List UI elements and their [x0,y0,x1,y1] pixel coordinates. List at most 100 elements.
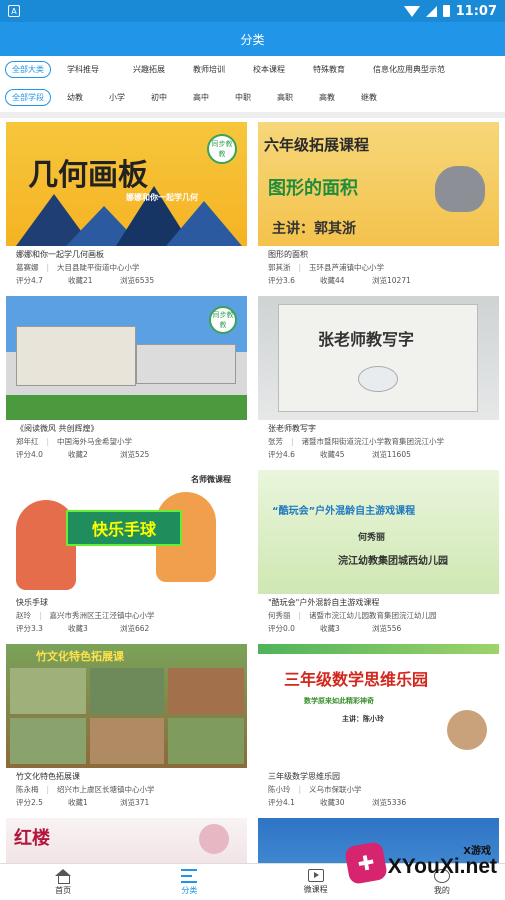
course-info: 快乐手球 赵玲 | 嘉兴市秀洲区王江泾镇中心小学 评分3.3 收藏3 浏览662 [6,594,247,635]
course-school: 诸暨市浣江幼儿园教育集团浣江幼儿园 [309,611,437,620]
thumbnail-speaker: 主讲：郭其浙 [272,221,356,237]
thumbnail-title: 张老师教写字 [318,330,415,349]
course-views: 浏览662 [120,624,150,633]
course-card[interactable]: 同步教教 《阅读微风 共创辉煌》 郑年红 | 中国海外马金希望小学 评分4.0 收… [6,296,247,461]
filter-option[interactable]: 继教 [361,92,377,103]
course-views: 浏览525 [120,450,150,459]
course-score: 评分4.6 [268,450,295,459]
school-building-image [136,344,236,384]
filter-option[interactable]: 兴趣拓展 [133,64,165,75]
photo-tile-image [90,668,164,714]
course-card[interactable]: “酷玩会”户外混龄自主游戏课程 何秀丽 浣江幼教集团城西幼儿园 "酷玩会"户外混… [258,470,499,635]
inkstone-icon [358,366,398,392]
filter-option[interactable]: 学科推导 [67,64,99,75]
filter-all-stage-pill[interactable]: 全部学段 [5,88,51,106]
course-card[interactable]: 红楼 [6,818,247,863]
course-card[interactable]: 六年级拓展课程 图形的面积 主讲：郭其浙 图形的面积 郭其浙 | 玉环县芦浦镇中心… [258,122,499,287]
course-thumbnail[interactable]: “酷玩会”户外混龄自主游戏课程 何秀丽 浣江幼教集团城西幼儿园 [258,470,499,594]
course-score: 评分4.1 [268,798,295,807]
tab-label: 微课程 [303,885,328,894]
course-title: 三年级数学思维乐园 [268,772,340,781]
thumbnail-title: 竹文化特色拓展课 [36,650,124,663]
meta-separator: | [298,263,302,272]
filter-option[interactable]: 高教 [319,92,335,103]
course-thumbnail[interactable]: 三年级数学思维乐园 数学原来如此精彩神奇 主讲：陈小玲 [258,644,499,768]
meta-separator: | [298,611,302,620]
course-school: 绍兴市上虞区长塘镇中心小学 [57,785,155,794]
course-thumbnail[interactable]: 六年级拓展课程 图形的面积 主讲：郭其浙 [258,122,499,246]
course-card[interactable]: 名师微课程 快乐手球 快乐手球 赵玲 | 嘉兴市秀洲区王江泾镇中心小学 评分3.3… [6,470,247,635]
course-thumbnail[interactable]: 名师微课程 快乐手球 [6,470,247,594]
thumbnail-subtitle: 娜娜和你一起学几何 [126,193,198,202]
watermark-main-text: XYouXi.net [387,855,497,878]
course-title: 快乐手球 [16,598,48,607]
filter-option[interactable]: 高职 [277,92,293,103]
filter-option[interactable]: 教师培训 [193,64,225,75]
filter-all-category-pill[interactable]: 全部大类 [5,60,51,78]
course-favorites: 收藏2 [68,450,88,459]
gamepad-logo-icon: ✚ [343,840,389,886]
photo-tile-image [10,718,86,764]
course-meta: 何秀丽 | 诸暨市浣江幼儿园教育集团浣江幼儿园 [268,609,491,622]
course-views: 浏览5336 [372,798,407,807]
course-title: 《阅读微风 共创辉煌》 [16,424,99,433]
course-favorites: 收藏3 [68,624,88,633]
thumbnail-speaker: 主讲：陈小玲 [342,715,384,723]
flower-icon [199,824,229,854]
home-icon [55,868,72,884]
tab-home[interactable]: 首页 [0,864,126,900]
filter-option[interactable]: 幼教 [67,92,83,103]
school-building-image [16,326,136,386]
course-thumbnail[interactable]: 张老师教写字 [258,296,499,420]
tab-category[interactable]: 分类 [126,864,252,900]
status-time: 11:07 [455,3,497,19]
course-card[interactable]: 三年级数学思维乐园 数学原来如此精彩神奇 主讲：陈小玲 三年级数学思维乐园 陈小… [258,644,499,809]
course-school: 诸暨市暨阳街道浣江小学教育集团浣江小学 [301,437,445,446]
thumbnail-tag: 名师微课程 [191,475,231,484]
course-favorites: 收藏21 [68,276,93,285]
course-score: 评分4.0 [16,450,43,459]
status-right: 11:07 [403,3,497,19]
filter-option[interactable]: 小学 [109,92,125,103]
battery-icon [442,5,450,17]
course-meta: 郭其浙 | 玉环县芦浦镇中心小学 [268,261,491,274]
course-school: 义乌市保联小学 [309,785,362,794]
course-author: 郭其浙 [268,263,291,272]
course-stats: 评分4.0 收藏2 浏览525 [16,448,239,461]
course-score: 评分0.0 [268,624,295,633]
thumbnail-title: “酷玩会”户外混龄自主游戏课程 [272,506,416,517]
course-thumbnail[interactable]: 竹文化特色拓展课 [6,644,247,768]
course-thumbnail[interactable]: 同步教教 [6,296,247,420]
course-meta: 赵玲 | 嘉兴市秀洲区王江泾镇中心小学 [16,609,239,622]
page-title: 分类 [0,22,505,56]
course-thumbnail[interactable]: 几何画板 娜娜和你一起学几何 同步教教 [6,122,247,246]
wifi-icon [403,5,420,17]
filter-option[interactable]: 校本课程 [253,64,285,75]
filter-row-category: 全部大类 学科推导 兴趣拓展 教师培训 校本课程 特殊教育 信息化应用典型示范 [0,56,505,82]
course-views: 浏览11605 [372,450,411,459]
course-author: 陈小玲 [268,785,291,794]
meta-separator: | [39,611,42,620]
thumbnail-title: 三年级数学思维乐园 [284,670,429,689]
course-info: 图形的面积 郭其浙 | 玉环县芦浦镇中心小学 评分3.6 收藏44 浏览10271 [258,246,499,287]
course-card[interactable]: 张老师教写字 张老师教写字 张芳 | 诸暨市暨阳街道浣江小学教育集团浣江小学 评分… [258,296,499,461]
course-thumbnail[interactable]: 红楼 [6,818,247,863]
filter-option[interactable]: 中职 [235,92,251,103]
course-info: 娜娜和你一起学几何画板 葛赛娜 | 大目县陡平街道中心小学 评分4.7 收藏21 … [6,246,247,287]
course-grid: 几何画板 娜娜和你一起学几何 同步教教 娜娜和你一起学几何画板 葛赛娜 | 大目县… [0,118,505,863]
filter-option[interactable]: 初中 [151,92,167,103]
course-stats: 评分0.0 收藏3 浏览556 [268,622,491,635]
status-bar: A 11:07 [0,0,505,22]
meta-separator: | [291,437,294,446]
course-card[interactable]: 竹文化特色拓展课 竹文化特色拓展课 陈永梅 | 绍兴市上虞区长塘镇中心小学 评分2… [6,644,247,809]
course-views: 浏览371 [120,798,150,807]
course-title: 张老师教写字 [268,424,316,433]
course-stats: 评分3.6 收藏44 浏览10271 [268,274,491,287]
course-views: 浏览6535 [120,276,155,285]
course-author: 张芳 [268,437,283,446]
course-card[interactable]: 几何画板 娜娜和你一起学几何 同步教教 娜娜和你一起学几何画板 葛赛娜 | 大目县… [6,122,247,287]
course-views: 浏览556 [372,624,402,633]
filter-option[interactable]: 特殊教育 [313,64,345,75]
filter-option[interactable]: 高中 [193,92,209,103]
filter-option[interactable]: 信息化应用典型示范 [373,64,445,75]
